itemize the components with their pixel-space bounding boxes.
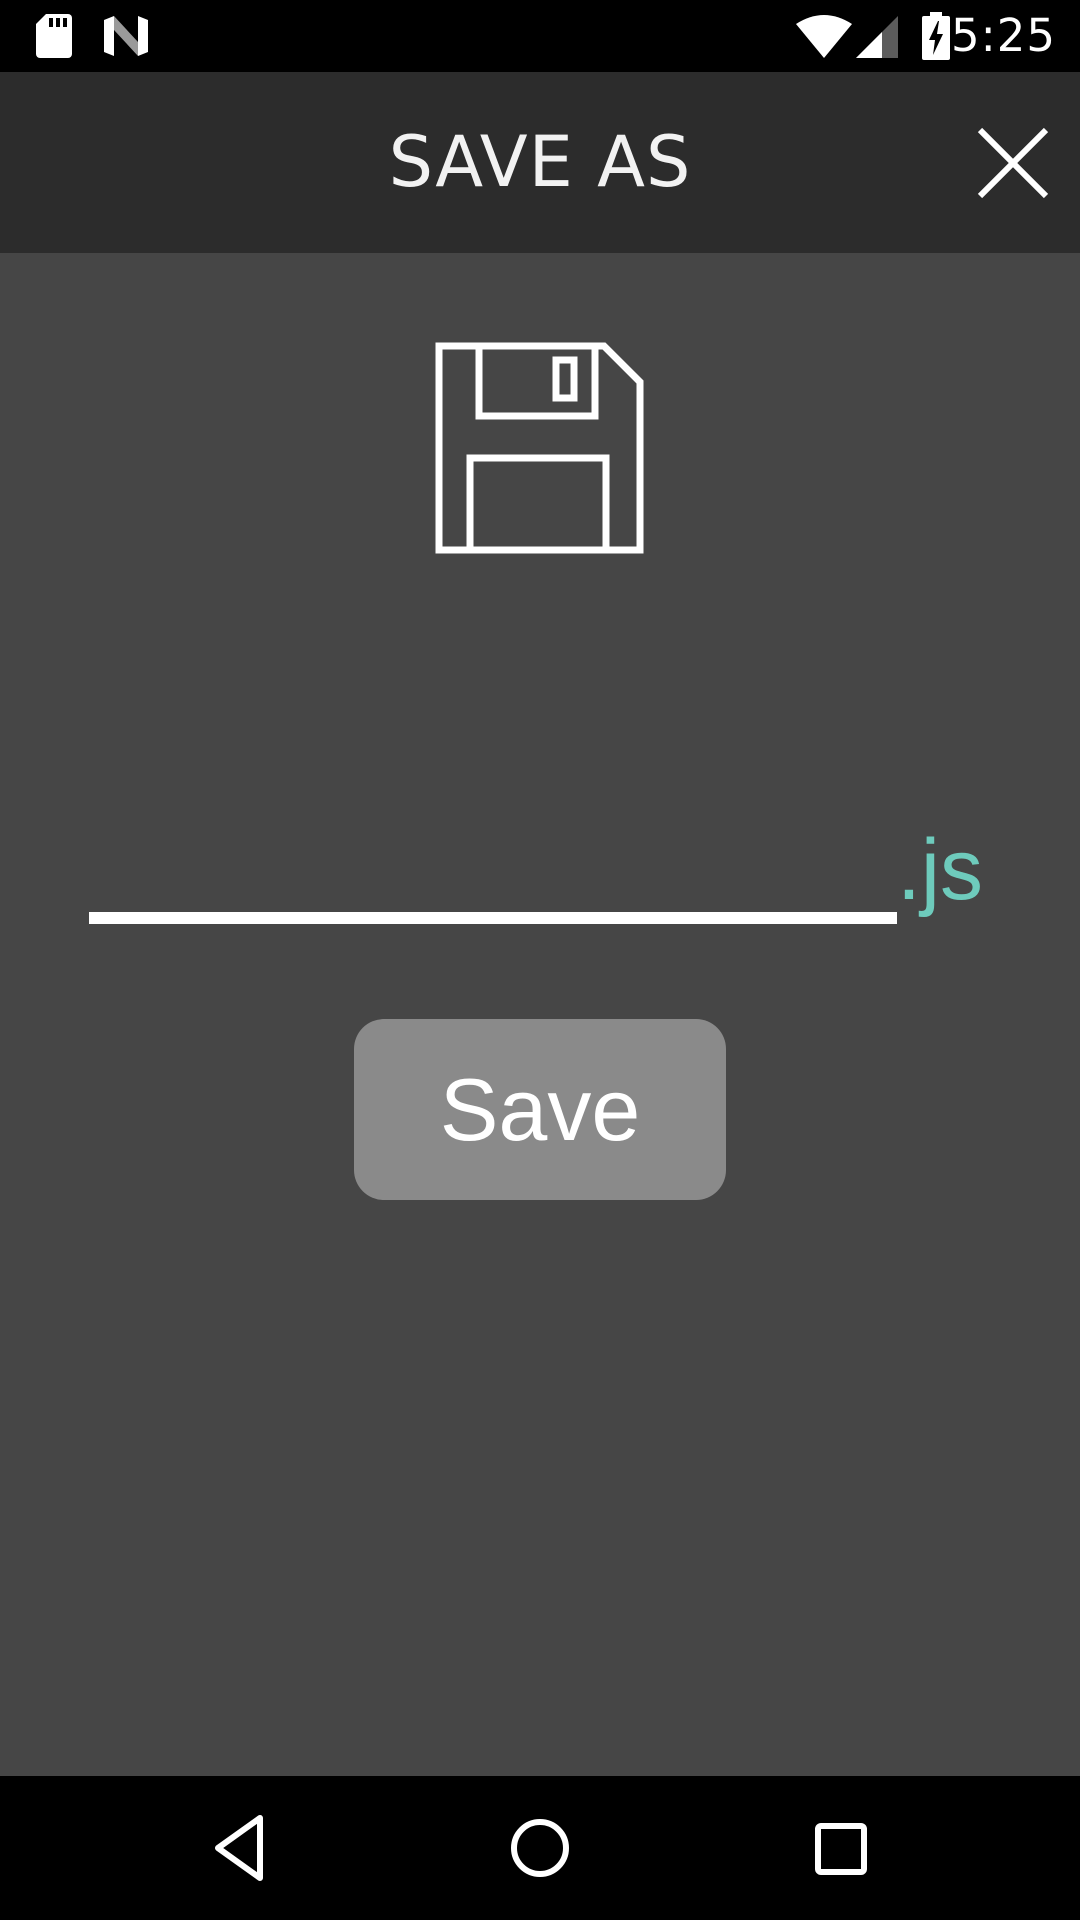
sd-card-icon (36, 14, 72, 58)
status-bar: 5:25 (0, 0, 1080, 72)
cell-signal-icon (856, 16, 898, 58)
close-icon[interactable] (976, 126, 1050, 200)
wifi-icon (796, 15, 852, 58)
page-title: SAVE AS (388, 121, 692, 203)
battery-charging-icon (922, 12, 950, 60)
recents-icon[interactable] (804, 1812, 876, 1884)
file-extension-label: .js (897, 822, 983, 918)
save-as-screen: 5:25 SAVE AS .js Save (0, 0, 1080, 1920)
filename-row: .js (89, 820, 1009, 930)
title-bar: SAVE AS (0, 72, 1080, 253)
home-icon[interactable] (504, 1812, 576, 1884)
n-logo-icon (104, 16, 148, 56)
filename-input[interactable] (89, 820, 897, 924)
floppy-disk-icon (435, 342, 644, 554)
navigation-bar (0, 1776, 1080, 1920)
save-button[interactable]: Save (354, 1019, 726, 1200)
back-icon[interactable] (204, 1812, 276, 1884)
status-time: 5:25 (950, 9, 1056, 62)
